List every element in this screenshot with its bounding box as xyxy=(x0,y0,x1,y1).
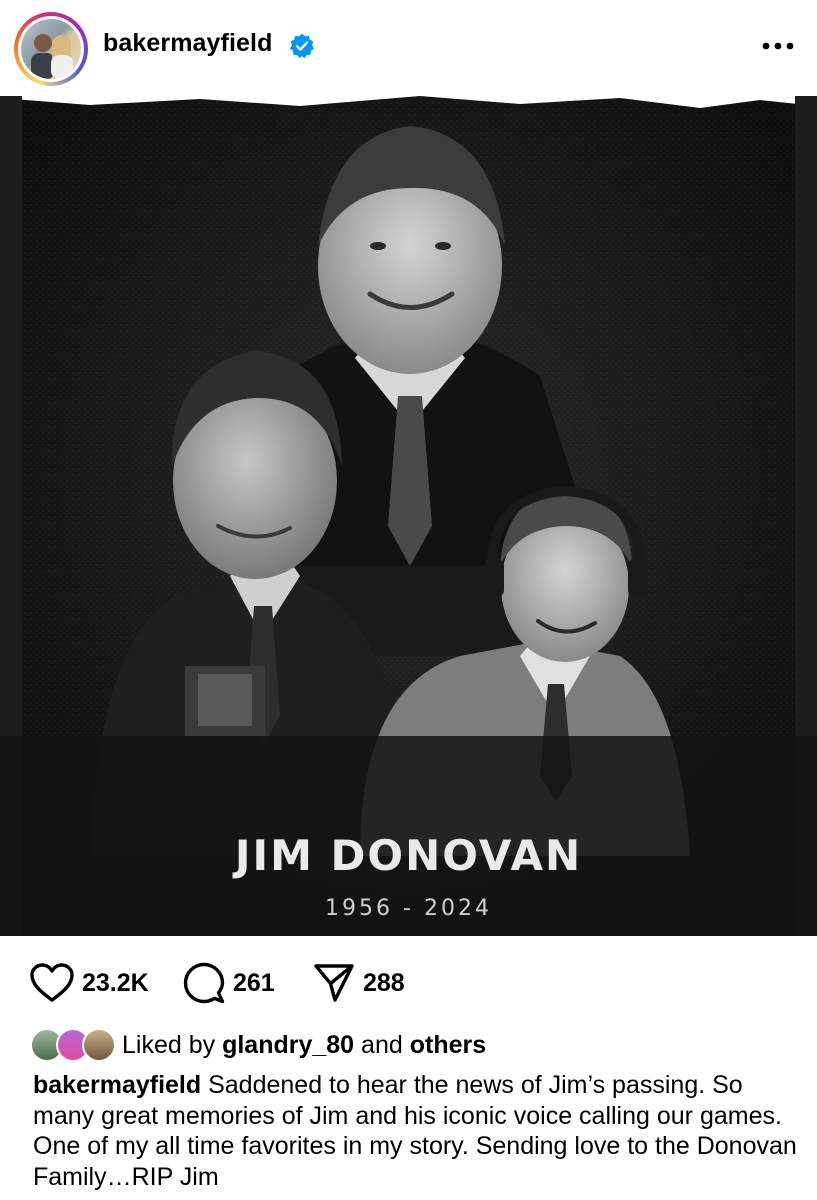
liked-by-row[interactable]: Liked by glandry_80 and others xyxy=(30,1027,486,1063)
heart-icon xyxy=(30,963,74,1002)
comment-button[interactable]: 261 xyxy=(183,955,275,1011)
liked-by-connector: and xyxy=(361,1030,403,1059)
caption-author[interactable]: bakermayfield xyxy=(33,1071,201,1099)
memorial-photo-collage xyxy=(0,96,817,936)
comment-bubble-icon xyxy=(183,962,225,1004)
more-options-icon[interactable] xyxy=(758,34,798,58)
liked-by-avatars[interactable] xyxy=(30,1028,116,1062)
comment-count: 261 xyxy=(233,968,275,997)
post-header: bakermayfield xyxy=(0,0,817,94)
post-author-username[interactable]: bakermayfield xyxy=(103,29,272,58)
like-button[interactable]: 23.2K xyxy=(30,955,149,1011)
liked-by-prefix: Liked by xyxy=(122,1030,216,1059)
post-actions: 23.2K 261 288 xyxy=(0,955,817,1011)
send-paper-plane-icon xyxy=(314,964,354,1002)
avatar-story-ring[interactable] xyxy=(14,12,88,86)
share-count: 288 xyxy=(363,968,405,997)
memorial-years: 1956 - 2024 xyxy=(325,896,492,921)
avatar[interactable] xyxy=(21,19,81,79)
verified-badge-icon xyxy=(289,33,315,59)
post-image[interactable]: JIM DONOVAN 1956 - 2024 xyxy=(0,96,817,936)
liked-by-others[interactable]: others xyxy=(410,1031,486,1059)
post-caption: bakermayfield Saddened to hear the news … xyxy=(33,1070,803,1192)
liked-by-user[interactable]: glandry_80 xyxy=(222,1031,354,1059)
share-button[interactable]: 288 xyxy=(313,955,405,1011)
liker-avatar[interactable] xyxy=(82,1028,116,1062)
memorial-name: JIM DONOVAN xyxy=(234,831,583,880)
like-count: 23.2K xyxy=(82,968,149,997)
liked-by-text: Liked by glandry_80 and others xyxy=(122,1031,486,1060)
